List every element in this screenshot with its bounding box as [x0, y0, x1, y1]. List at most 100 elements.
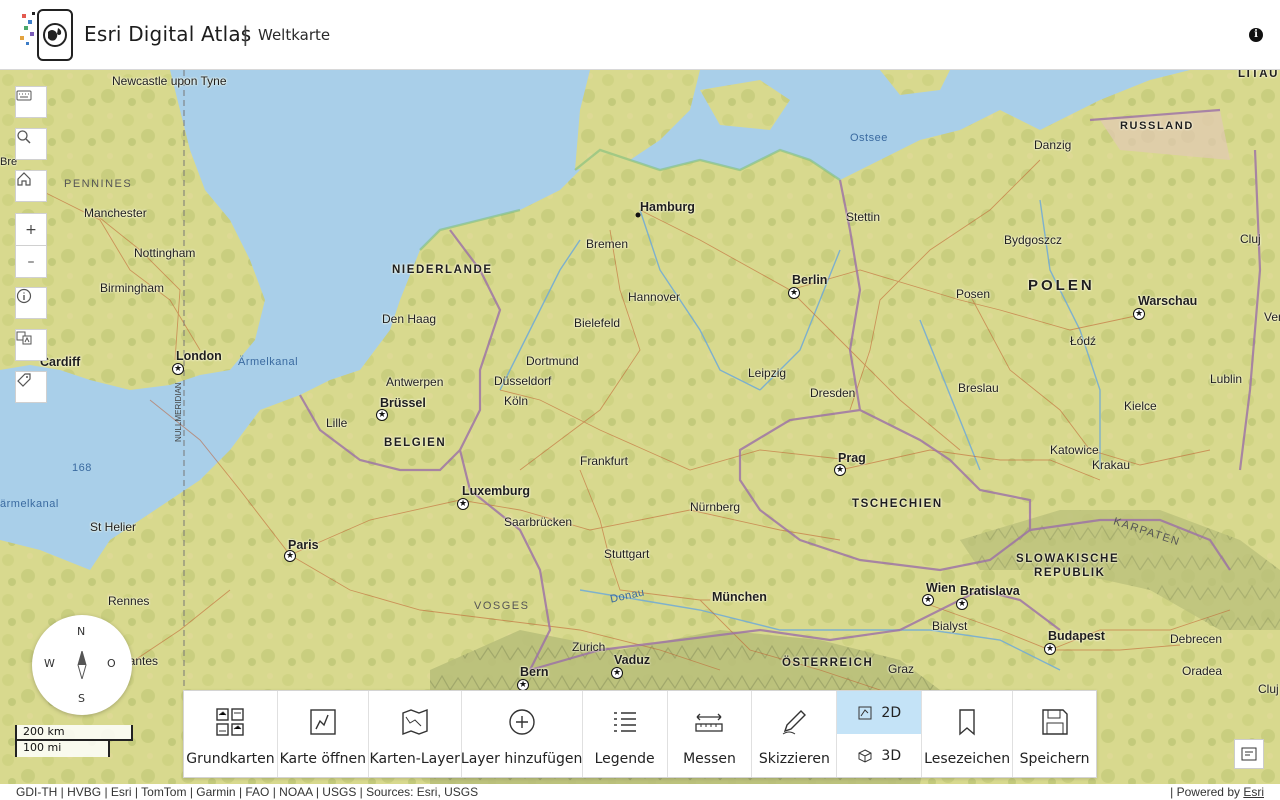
search-icon [17, 130, 31, 144]
save-button[interactable]: Speichern [1013, 691, 1096, 777]
esri-link[interactable]: Esri [1243, 785, 1264, 799]
keyboard-shortcuts-button[interactable] [15, 86, 47, 118]
capital-marker: ★ [1044, 643, 1056, 655]
map-label-capital: Brüssel [380, 396, 426, 410]
map-label-water: Ostsee [850, 132, 888, 144]
map-label-city: Den Haag [382, 312, 437, 326]
attribution-toggle-button[interactable] [1234, 739, 1264, 769]
open-map-button[interactable]: Karte öffnen [278, 691, 369, 777]
map-label-city: Debrecen [1170, 632, 1223, 646]
basemaps-icon [216, 708, 245, 736]
zoom-out-button[interactable]: – [15, 245, 47, 278]
save-label: Speichern [1019, 751, 1090, 767]
map-label-water: ärmelkanal [0, 498, 59, 510]
map-label-city: Hamburg [640, 200, 695, 214]
map-label-city: Zurich [572, 640, 606, 654]
map-label-partial: Venedig [1264, 310, 1280, 324]
bookmark-icon [959, 709, 975, 736]
info-icon [16, 288, 32, 304]
legend-button[interactable]: Legende [583, 691, 668, 777]
map-label-region: VOSGES [474, 600, 530, 612]
map-label-meridian: NULLMERIDIAN [174, 382, 183, 442]
map-label-region: PENNINES [64, 178, 133, 190]
map-label-city: Nottingham [134, 246, 196, 260]
home-button[interactable] [15, 170, 47, 202]
map-label-city: Oradea [1182, 664, 1223, 678]
map-label-country: REPUBLIK [1034, 567, 1106, 579]
map-label-city: St Helier [90, 520, 137, 534]
add-layer-icon [508, 709, 535, 735]
map-label-country: TSCHECHIEN [852, 498, 943, 510]
map-label-city: Łódź [1070, 334, 1097, 348]
map-label-city: Graz [888, 662, 915, 676]
cube-3d-icon [858, 748, 872, 763]
view-3d-option[interactable]: 3D [837, 734, 921, 777]
map-label-city: Bialyst [932, 619, 968, 633]
map-label-city: Düsseldorf [494, 374, 552, 388]
legend-label: Legende [594, 751, 655, 767]
open-map-label: Karte öffnen [279, 751, 367, 767]
atlas-logo [18, 8, 76, 62]
map-label-city: Dortmund [526, 354, 579, 368]
bookmarks-button[interactable]: Lesezeichen [922, 691, 1014, 777]
compass-south: S [78, 692, 85, 705]
title-separator: | [242, 22, 249, 46]
map-layers-button[interactable]: Karten-Layer [369, 691, 462, 777]
list-panel-icon [1241, 747, 1257, 761]
map-label-city: Leipzig [748, 366, 787, 380]
sketch-icon [783, 710, 807, 735]
map-label-city: Saarbrücken [504, 515, 573, 529]
map-view[interactable]: Newcastle upon Tyne PENNINES Bre Manches… [0, 70, 1280, 784]
view-2d-option[interactable]: 2D [837, 691, 922, 734]
capital-marker: ★ [611, 667, 623, 679]
tag-button[interactable] [15, 371, 47, 403]
scale-mi: 100 mi [15, 741, 110, 757]
map-label-city: Bremen [586, 237, 629, 251]
scale-bar: 200 km 100 mi [15, 725, 133, 757]
map-label-capital: Vaduz [614, 653, 651, 667]
measure-button[interactable]: Messen [668, 691, 753, 777]
zoom-in-button[interactable]: + [15, 213, 47, 246]
capital-marker: ★ [834, 464, 846, 476]
map-label-city: Cluj [1240, 232, 1261, 246]
map-canvas [0, 70, 1280, 784]
app-header: Esri Digital Atlas | Weltkarte i [0, 0, 1280, 70]
compass-needle-icon [77, 651, 87, 679]
keyboard-icon [16, 90, 32, 101]
map-label-city: Frankfurt [580, 454, 629, 468]
map-label-country: ÖSTERREICH [782, 657, 874, 669]
bottom-toolbar: Grundkarten Karte öffnen Karten-Layer La… [183, 690, 1097, 778]
map-label-city: Manchester [84, 206, 147, 220]
map-label-city: Danzig [1034, 138, 1072, 152]
page-subtitle: Weltkarte [258, 26, 331, 44]
map-label-country: POLEN [1028, 277, 1095, 294]
add-layer-button[interactable]: Layer hinzufügen [461, 691, 583, 777]
map-label-city: Stuttgart [604, 547, 650, 561]
map-label-capital: Luxemburg [462, 484, 531, 498]
translate-button[interactable] [15, 329, 47, 361]
map-label-city: Breslau [958, 381, 999, 395]
map-2d-icon [858, 706, 872, 719]
map-label-city: Stettin [846, 210, 881, 224]
compass-north: N [77, 625, 86, 638]
map-label-city: Köln [504, 394, 529, 408]
map-label-city: Kielce [1124, 399, 1157, 413]
capital-marker: ★ [457, 498, 469, 510]
compass-widget[interactable]: N S W O [32, 615, 132, 715]
map-label-city: Antwerpen [386, 375, 444, 389]
compass-east: O [107, 657, 116, 670]
map-label-city: Bielefeld [574, 316, 621, 330]
map-info-button[interactable] [15, 287, 47, 319]
map-label-country: NIEDERLANDE [392, 264, 493, 276]
map-label-city: Posen [956, 287, 991, 301]
capital-marker: ★ [956, 598, 968, 610]
basemaps-button[interactable]: Grundkarten [184, 691, 278, 777]
attribution-sources: GDI-TH | HVBG | Esri | TomTom | Garmin |… [16, 785, 479, 799]
bookmarks-label: Lesezeichen [924, 751, 1011, 767]
map-label-city: Lille [326, 416, 348, 430]
map-label-capital: Wien [926, 581, 956, 595]
sketch-button[interactable]: Skizzieren [752, 691, 838, 777]
info-icon[interactable]: i [1249, 28, 1263, 42]
powered-by-prefix: | Powered by [1170, 785, 1244, 799]
search-button[interactable] [15, 128, 47, 160]
